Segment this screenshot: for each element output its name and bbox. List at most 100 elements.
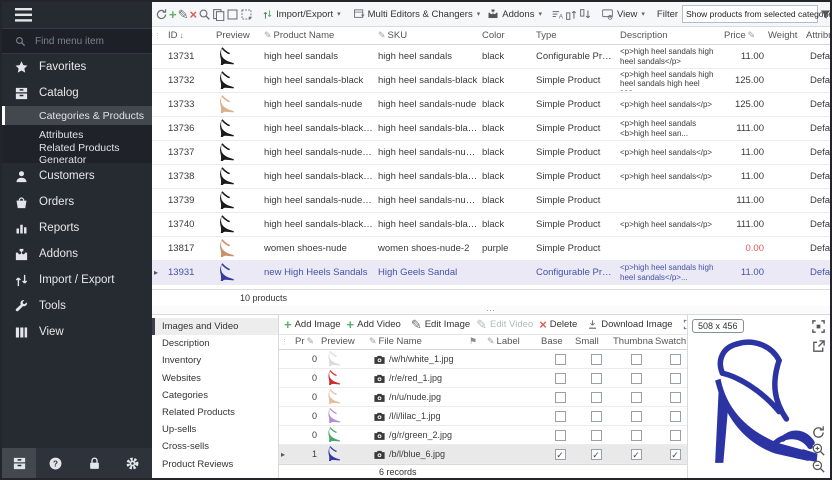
image-row-white_1.jpg[interactable]: 0/w/h/white_1.jpg — [279, 350, 687, 369]
small-checkbox[interactable] — [591, 430, 602, 441]
thumbnail-checkbox[interactable] — [631, 411, 642, 422]
product-row-13736[interactable]: 13736high heel sandals-black-36high heel… — [152, 117, 830, 141]
column-header-small[interactable]: Small — [573, 336, 611, 347]
swatch-checkbox[interactable] — [670, 354, 681, 365]
sidebar-item-orders[interactable]: Orders — [2, 189, 152, 215]
search-products-button[interactable] — [198, 7, 211, 22]
swatch-checkbox[interactable] — [670, 392, 681, 403]
product-row-13739[interactable]: 13739high heel sandals-nude-37high heel … — [152, 189, 830, 213]
base-checkbox[interactable] — [555, 430, 566, 441]
column-header-preview[interactable]: Preview — [319, 336, 367, 347]
image-row-blue_6.jpg[interactable]: ▸1/b/l/blue_6.jpg✓✓✓✓ — [279, 445, 687, 464]
filter-select[interactable]: Show products from selected categories ▾ — [682, 5, 818, 23]
tab-related-products[interactable]: Related Products — [152, 404, 278, 421]
image-row-nude.jpg[interactable]: 0/n/u/nude.jpg — [279, 388, 687, 407]
tab-websites[interactable]: Websites — [152, 370, 278, 387]
column-header-base[interactable]: Base — [539, 336, 573, 347]
sidebar-bottom-gear-button[interactable] — [113, 448, 152, 478]
product-row-13733[interactable]: 13733high heel sandals-nudehigh heel san… — [152, 93, 830, 117]
tab-cross-sells[interactable]: Cross-sells — [152, 438, 278, 455]
column-header-sku[interactable]: ✎SKU — [376, 30, 480, 41]
fit-screen-button[interactable] — [811, 319, 826, 334]
product-row-13931[interactable]: ▸13931new High Heels SandalsHigh Geels S… — [152, 261, 830, 285]
column-header-swatch[interactable]: Swatch — [653, 336, 689, 347]
sidebar-item-view[interactable]: View — [2, 319, 152, 345]
column-header-weight[interactable]: Weight — [766, 30, 804, 41]
column-header-thumbna[interactable]: Thumbna — [611, 336, 653, 347]
sidebar-subitem-related-products-generator[interactable]: Related Products Generator — [2, 144, 152, 163]
product-row-13731[interactable]: 13731high heel sandalshigh heel sandalsb… — [152, 45, 830, 69]
add-image-button[interactable]: +Add Image — [281, 315, 344, 333]
product-row-13740[interactable]: 13740high heel sandals-black-38high heel… — [152, 213, 830, 237]
tab-inventory[interactable]: Inventory — [152, 352, 278, 369]
checkbox-select-button[interactable] — [226, 7, 239, 22]
hamburger-menu-button[interactable] — [2, 2, 152, 28]
small-checkbox[interactable] — [591, 411, 602, 422]
tab-images-and-video[interactable]: Images and Video — [152, 318, 278, 335]
column-header-pr[interactable]: Pr✎ — [293, 336, 319, 347]
small-checkbox[interactable] — [591, 392, 602, 403]
thumbnail-checkbox[interactable]: ✓ — [631, 449, 642, 460]
add-video-button[interactable]: +Add Video — [344, 315, 404, 333]
tab-product-reviews[interactable]: Product Reviews — [152, 456, 278, 473]
add-product-button[interactable]: + — [169, 7, 177, 22]
base-checkbox[interactable] — [555, 392, 566, 403]
rotate-button[interactable] — [811, 425, 826, 440]
view-menu[interactable]: View▾ — [598, 5, 648, 23]
column-header-id[interactable]: ID↓ — [166, 30, 214, 41]
sidebar-bottom-help-button[interactable]: ? — [36, 448, 75, 478]
copy-button[interactable] — [212, 7, 225, 22]
product-row-13737[interactable]: 13737high heel sandals-nude-36high heel … — [152, 141, 830, 165]
small-checkbox[interactable] — [591, 373, 602, 384]
thumbnail-checkbox[interactable] — [631, 354, 642, 365]
sidebar-item-reports[interactable]: Reports — [2, 215, 152, 241]
image-row-green_2.jpg[interactable]: 0/g/r/green_2.jpg — [279, 426, 687, 445]
image-row-red_1.jpg[interactable]: 0/r/e/red_1.jpg — [279, 369, 687, 388]
sidebar-bottom-archive-button[interactable] — [2, 448, 36, 478]
addons-menu[interactable]: Addons▾ — [484, 5, 545, 23]
delete-image-button[interactable]: ×Delete — [536, 315, 580, 333]
delete-product-button[interactable]: × — [190, 7, 198, 22]
flag-column-header[interactable]: ⚑ — [467, 336, 485, 347]
base-checkbox[interactable] — [555, 411, 566, 422]
base-checkbox[interactable] — [555, 354, 566, 365]
column-header-type[interactable]: Type — [534, 30, 618, 41]
sidebar-subitem-categories-products[interactable]: Categories & Products — [2, 106, 152, 125]
collapse-rows-button[interactable] — [579, 7, 592, 22]
sidebar-item-catalog[interactable]: Catalog — [2, 80, 152, 106]
zoom-out-button[interactable] — [811, 459, 826, 474]
sidebar-item-import-export[interactable]: Import / Export — [2, 267, 152, 293]
swatch-checkbox[interactable]: ✓ — [670, 449, 681, 460]
edit-image-button[interactable]: ✎Edit Image — [408, 315, 473, 333]
tab-description[interactable]: Description — [152, 335, 278, 352]
open-external-button[interactable] — [811, 339, 826, 354]
column-header-color[interactable]: Color — [480, 30, 534, 41]
small-checkbox[interactable]: ✓ — [591, 449, 602, 460]
tab-categories[interactable]: Categories — [152, 387, 278, 404]
thumbnail-checkbox[interactable] — [631, 373, 642, 384]
sidebar-item-tools[interactable]: Tools — [2, 293, 152, 319]
product-row-13738[interactable]: 13738high heel sandals-black-37high heel… — [152, 165, 830, 189]
column-header-label[interactable]: ✎Label — [485, 336, 539, 347]
expand-rows-button[interactable] — [565, 7, 578, 22]
import-export-menu[interactable]: Import/Export▾ — [259, 5, 344, 23]
horizontal-splitter[interactable]: ⋯ — [152, 306, 830, 314]
refresh-button[interactable] — [155, 7, 168, 22]
base-checkbox[interactable] — [555, 373, 566, 384]
edit-product-button[interactable]: ✎ — [178, 7, 189, 22]
sort-button[interactable]: A — [551, 7, 564, 22]
thumbnail-checkbox[interactable] — [631, 430, 642, 441]
product-row-13817[interactable]: 13817women shoes-nudewomen shoes-nude-2p… — [152, 237, 830, 261]
product-row-13732[interactable]: 13732high heel sandals-blackhigh heel sa… — [152, 69, 830, 93]
small-checkbox[interactable] — [591, 354, 602, 365]
column-header-description[interactable]: Description — [618, 30, 722, 41]
column-header-attribute-set-name[interactable]: Attribute Set Name — [804, 30, 832, 41]
base-checkbox[interactable]: ✓ — [555, 449, 566, 460]
marquee-select-button[interactable] — [240, 7, 253, 22]
filters-funnel-button[interactable] — [819, 7, 832, 22]
tab-up-sells[interactable]: Up-sells — [152, 421, 278, 438]
column-header-price[interactable]: Price✎ — [722, 30, 766, 41]
sidebar-item-customers[interactable]: Customers — [2, 163, 152, 189]
sidebar-item-addons[interactable]: Addons — [2, 241, 152, 267]
thumbnail-checkbox[interactable] — [631, 392, 642, 403]
